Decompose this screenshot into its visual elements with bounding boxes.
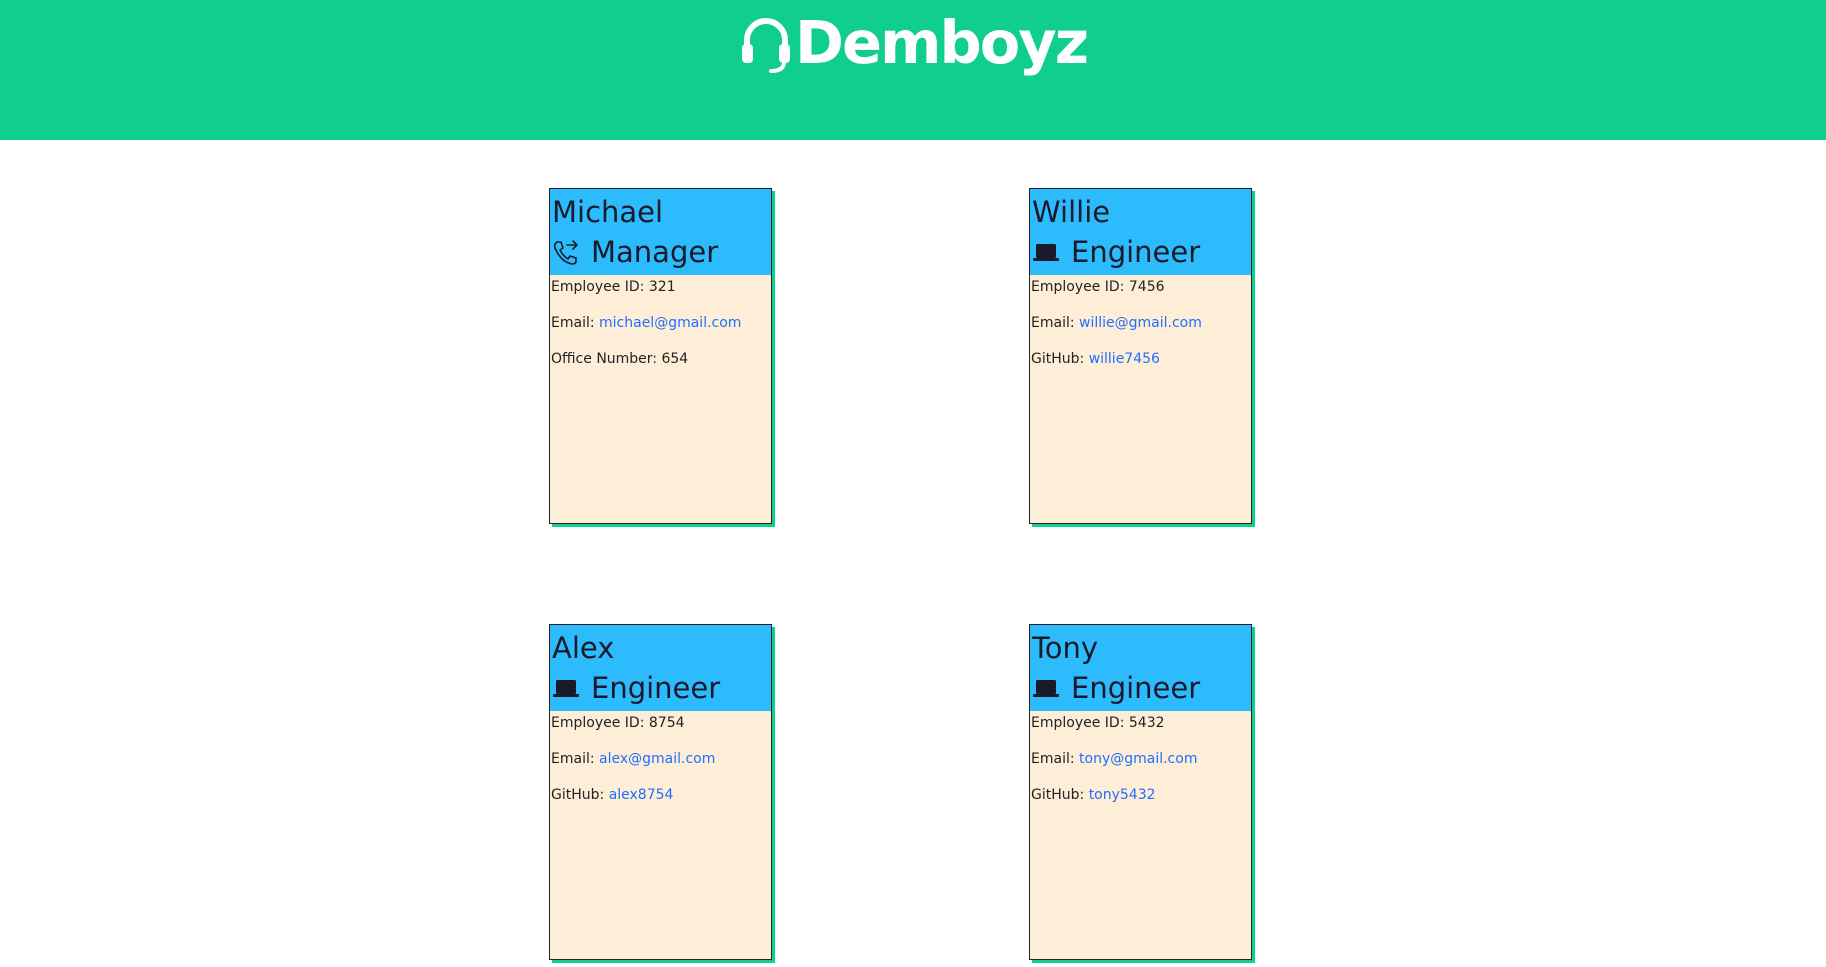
card-body: Employee ID: 5432 Email: tony@gmail.com …	[1030, 713, 1251, 821]
laptop-icon	[553, 680, 579, 697]
card-body: Employee ID: 8754 Email: alex@gmail.com …	[550, 713, 771, 821]
card-header: Michael Manager	[550, 189, 771, 275]
employee-id-value: 7456	[1128, 279, 1165, 295]
employee-card-alex: Alex Engineer Employee ID: 8754 Email: a…	[549, 624, 772, 960]
email-label: Email:	[1031, 315, 1075, 331]
role-label: Engineer	[1071, 671, 1201, 705]
employee-id-label: Employee ID:	[551, 715, 645, 731]
email-link[interactable]: michael@gmail.com	[599, 315, 741, 331]
role-label: Engineer	[1071, 235, 1201, 269]
employee-card-tony: Tony Engineer Employee ID: 5432 Email: t…	[1029, 624, 1252, 960]
employee-name: Willie	[1032, 195, 1111, 229]
employee-role: Manager	[552, 233, 769, 271]
email-label: Email:	[551, 315, 595, 331]
office-number-value: 654	[661, 351, 689, 367]
role-label: Engineer	[591, 671, 721, 705]
card-body: Employee ID: 7456 Email: willie@gmail.co…	[1030, 277, 1251, 385]
card-header: Alex Engineer	[550, 625, 771, 711]
employee-id-value: 5432	[1128, 715, 1165, 731]
github-label: GitHub:	[1031, 787, 1085, 803]
github-link[interactable]: tony5432	[1089, 787, 1156, 803]
headset-icon	[742, 18, 790, 73]
office-number-label: Office Number:	[551, 351, 658, 367]
employee-id-value: 8754	[648, 715, 685, 731]
employee-id-label: Employee ID:	[1031, 715, 1125, 731]
phone-forward-icon	[553, 240, 578, 265]
github-row: GitHub: willie7456	[1031, 349, 1250, 385]
employee-card-michael: Michael Manager Employee ID: 321 Email: …	[549, 188, 772, 524]
employee-id-value: 321	[648, 279, 676, 295]
role-label: Manager	[591, 235, 719, 269]
card-header: Tony Engineer	[1030, 625, 1251, 711]
github-label: GitHub:	[551, 787, 605, 803]
card-header: Willie Engineer	[1030, 189, 1251, 275]
employee-name: Alex	[552, 631, 615, 665]
employee-name: Tony	[1032, 631, 1099, 665]
laptop-icon	[1033, 680, 1059, 697]
employee-role: Engineer	[1032, 233, 1249, 271]
email-label: Email:	[1031, 751, 1075, 767]
email-row: Email: willie@gmail.com	[1031, 313, 1250, 349]
employee-role: Engineer	[552, 669, 769, 707]
github-link[interactable]: alex8754	[609, 787, 674, 803]
email-row: Email: michael@gmail.com	[551, 313, 770, 349]
employee-id-row: Employee ID: 321	[551, 277, 770, 313]
employee-card-willie: Willie Engineer Employee ID: 7456 Email:…	[1029, 188, 1252, 524]
email-link[interactable]: tony@gmail.com	[1079, 751, 1197, 767]
card-body: Employee ID: 321 Email: michael@gmail.co…	[550, 277, 771, 385]
brand-name: Demboyz	[795, 7, 1089, 77]
employee-id-row: Employee ID: 5432	[1031, 713, 1250, 749]
employee-id-label: Employee ID:	[1031, 279, 1125, 295]
employee-id-row: Employee ID: 8754	[551, 713, 770, 749]
github-link[interactable]: willie7456	[1089, 351, 1160, 367]
github-label: GitHub:	[1031, 351, 1085, 367]
github-row: GitHub: tony5432	[1031, 785, 1250, 821]
employee-role: Engineer	[1032, 669, 1249, 707]
email-label: Email:	[551, 751, 595, 767]
email-link[interactable]: alex@gmail.com	[599, 751, 715, 767]
office-number-row: Office Number: 654	[551, 349, 770, 385]
email-row: Email: alex@gmail.com	[551, 749, 770, 785]
laptop-icon	[1033, 244, 1059, 261]
brand-logo: Demboyz	[741, 6, 1089, 78]
employee-name: Michael	[552, 195, 664, 229]
email-row: Email: tony@gmail.com	[1031, 749, 1250, 785]
header: Demboyz	[0, 0, 1826, 140]
employee-id-row: Employee ID: 7456	[1031, 277, 1250, 313]
employee-id-label: Employee ID:	[551, 279, 645, 295]
github-row: GitHub: alex8754	[551, 785, 770, 821]
email-link[interactable]: willie@gmail.com	[1079, 315, 1202, 331]
